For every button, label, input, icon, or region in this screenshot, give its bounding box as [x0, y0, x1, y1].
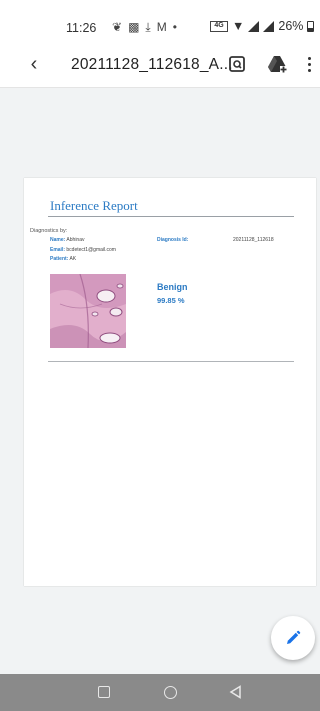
diagnosis-id-label: Diagnosis Id:: [157, 237, 189, 243]
pdf-page: Inference Report Diagnostics by: Name: A…: [24, 178, 316, 586]
data-saver-icon: 4G: [210, 20, 228, 32]
wifi-icon: ▼: [232, 19, 245, 33]
email-value: bcdetect1@gmail.com: [66, 247, 116, 253]
email-label: Email:: [50, 247, 66, 253]
edit-button[interactable]: [271, 616, 315, 660]
patient-label: Patient:: [50, 256, 69, 262]
status-notification-icons: ❦ ▩ ⤓ M •: [112, 20, 177, 35]
result-label: Benign: [157, 282, 188, 292]
gmail-icon: M: [156, 20, 167, 34]
battery-percent: 26%: [278, 19, 304, 33]
patient-row: Patient: AK: [50, 256, 76, 262]
more-vert-icon[interactable]: [302, 53, 316, 75]
open-in-app-icon[interactable]: [227, 54, 247, 74]
image-icon: ▩: [128, 20, 140, 34]
back-triangle-icon[interactable]: [229, 685, 242, 699]
edit-pencil-icon: [287, 630, 301, 644]
status-time: 11:26: [66, 21, 97, 35]
result-confidence: 99.85 %: [157, 296, 185, 305]
email-row: Email: bcdetect1@gmail.com: [50, 247, 116, 253]
battery-icon: [307, 20, 315, 32]
name-value: Abhinav: [66, 237, 85, 243]
patient-value: AK: [69, 256, 77, 262]
home-circle-icon[interactable]: [164, 686, 177, 699]
report-title: Inference Report: [50, 198, 138, 213]
signal-icon: [248, 20, 260, 32]
add-to-drive-icon[interactable]: [266, 53, 288, 75]
name-label: Name:: [50, 237, 66, 243]
system-nav-bar: [0, 674, 320, 711]
dot-icon: •: [172, 20, 177, 34]
app-bar: ‹ 20211128_112618_A...: [0, 44, 320, 88]
status-system-icons: 4G ▼ 26%: [210, 19, 315, 33]
signal-icon: [263, 20, 275, 32]
name-row: Name: Abhinav: [50, 237, 85, 243]
divider: [48, 361, 294, 362]
divider: [48, 216, 294, 217]
document-title: 20211128_112618_A...: [71, 56, 233, 73]
diagnosis-id-value: 20211128_112618: [233, 237, 274, 243]
leaf-icon: ❦: [112, 20, 123, 34]
histology-image: [50, 274, 126, 348]
back-arrow-icon[interactable]: ‹: [22, 52, 46, 76]
diagnostics-by-label: Diagnostics by:: [30, 228, 68, 234]
recents-square-icon[interactable]: [98, 686, 110, 698]
download-icon: ⤓: [145, 20, 151, 34]
status-bar: 11:26 ❦ ▩ ⤓ M • 4G ▼ 26%: [0, 0, 320, 44]
